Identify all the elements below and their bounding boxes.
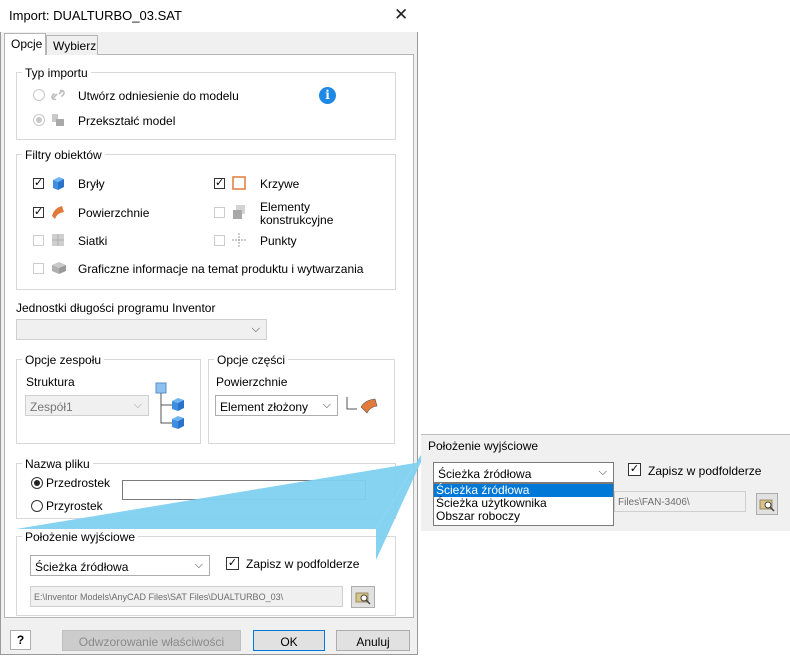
chevron-down-icon: ⌵ <box>598 466 607 478</box>
dropdown-option-workspace[interactable]: Obszar roboczy <box>434 510 613 523</box>
zoom-location-dropdown[interactable]: Ścieżka źródłowa ⌵ <box>433 462 614 483</box>
zoom-location-dropdown-list: Ścieżka źródłowa Ścieżka użytkownika Obs… <box>433 483 614 526</box>
zoom-browse-button[interactable] <box>756 493 778 515</box>
zoom-checkbox-save-subfolder[interactable]: ✓ <box>628 463 641 476</box>
folder-search-icon <box>759 499 775 512</box>
zoom-location-title: Położenie wyjściowe <box>428 439 539 453</box>
zoom-callout-wedge <box>16 455 421 560</box>
zoom-location-value: Ścieżka źródłowa <box>438 467 532 481</box>
zoom-output-path-field[interactable]: Files\FAN-3406\ <box>614 491 746 512</box>
zoom-save-subfolder-label: Zapisz w podfolderze <box>648 464 762 478</box>
